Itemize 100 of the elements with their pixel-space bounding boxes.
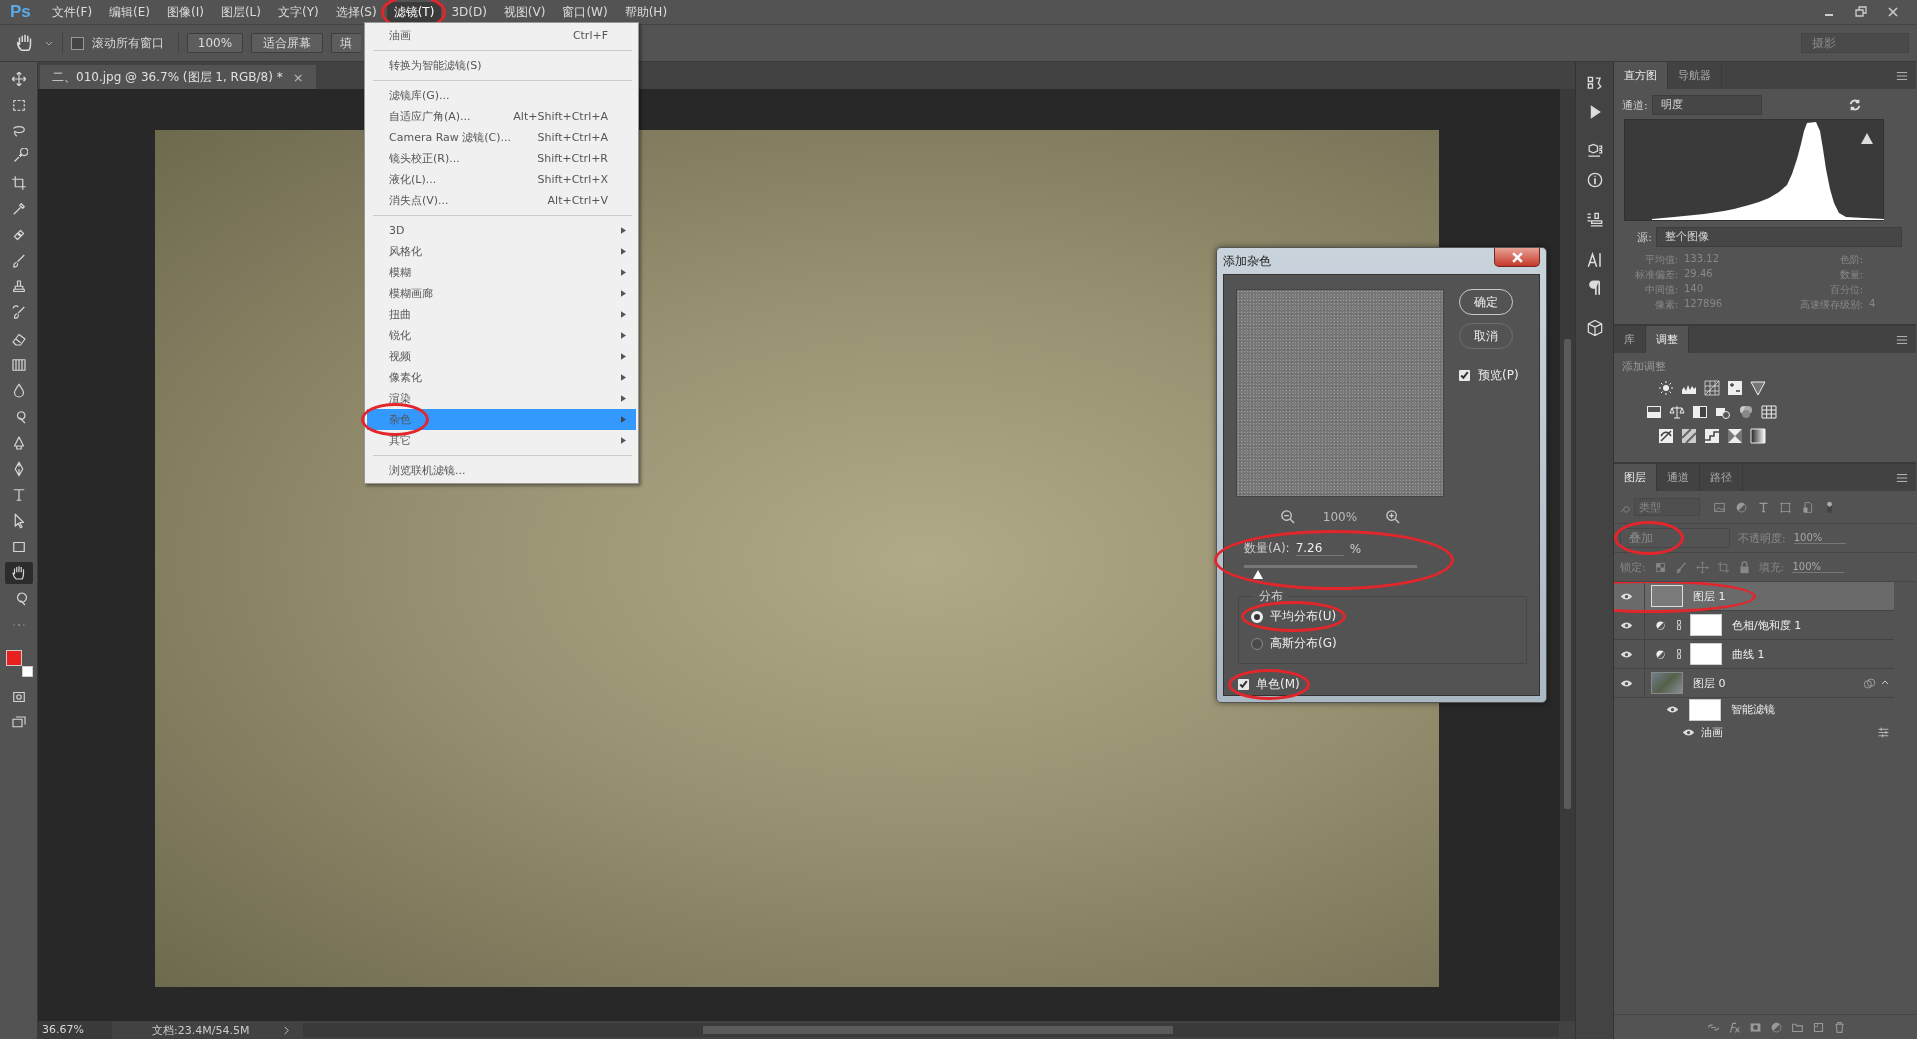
transform-icon[interactable] bbox=[1779, 500, 1792, 514]
panel-tab[interactable]: 图层 bbox=[1614, 464, 1657, 491]
close-button[interactable]: × bbox=[292, 69, 304, 85]
menu-item[interactable]: 渲染 bbox=[367, 388, 636, 409]
checkbox[interactable] bbox=[1238, 679, 1249, 690]
amount-field[interactable]: 7.26 bbox=[1295, 541, 1344, 556]
menu-item[interactable]: 浏览联机滤镜... bbox=[367, 460, 636, 481]
scrollbar[interactable] bbox=[1560, 89, 1575, 1021]
option-button[interactable]: 适合屏幕 bbox=[251, 33, 323, 53]
hand-icon[interactable] bbox=[4, 562, 33, 584]
panel-tab[interactable]: 直方图 bbox=[1614, 62, 1668, 89]
menu-icon[interactable] bbox=[1896, 71, 1908, 81]
menu-item[interactable]: 3D bbox=[367, 220, 636, 241]
scrollbar[interactable] bbox=[303, 1023, 1559, 1037]
menu-item[interactable]: 转换为智能滤镜(S) bbox=[367, 55, 636, 76]
smart-object-icon[interactable] bbox=[1801, 500, 1814, 514]
eye-icon[interactable] bbox=[1619, 620, 1633, 630]
sliders-icon[interactable] bbox=[1877, 726, 1890, 739]
menu-item[interactable]: 文字(Y) bbox=[271, 1, 326, 23]
refresh-icon[interactable] bbox=[1848, 98, 1862, 112]
menu-item[interactable]: 滤镜(T) bbox=[386, 1, 442, 23]
invert-icon[interactable] bbox=[1658, 428, 1674, 444]
triangle-icon[interactable] bbox=[1750, 380, 1766, 396]
menu-item[interactable]: 锐化 bbox=[367, 325, 636, 346]
zoom-out-icon[interactable] bbox=[1279, 509, 1295, 524]
menu-icon[interactable] bbox=[1896, 335, 1908, 345]
option-button[interactable]: 填 bbox=[331, 33, 361, 53]
menu-item[interactable]: 消失点(V)... Alt+Ctrl+V bbox=[367, 190, 636, 211]
color-swatch[interactable] bbox=[5, 650, 22, 666]
menu-item[interactable]: 油画 Ctrl+F bbox=[367, 25, 636, 46]
checkbox[interactable] bbox=[71, 36, 84, 50]
new-layer-icon[interactable] bbox=[1812, 1020, 1825, 1034]
half-circle-icon[interactable] bbox=[1735, 500, 1748, 514]
eye-icon[interactable] bbox=[1619, 649, 1633, 659]
link-icon[interactable] bbox=[1676, 648, 1682, 660]
trash-icon[interactable] bbox=[1833, 1020, 1846, 1034]
menu-item[interactable]: 图层(L) bbox=[213, 1, 268, 23]
menu-item[interactable]: 窗口(W) bbox=[555, 1, 615, 23]
menu-item[interactable]: 视频 bbox=[367, 346, 636, 367]
mask-icon[interactable] bbox=[1749, 1020, 1762, 1034]
slider-thumb[interactable] bbox=[1252, 570, 1263, 579]
menu-item[interactable]: 帮助(H) bbox=[617, 1, 675, 23]
balance-icon[interactable] bbox=[1669, 404, 1685, 420]
menu-item[interactable]: 像素化 bbox=[367, 367, 636, 388]
zoom-level[interactable]: 36.67% bbox=[38, 1021, 112, 1039]
color-swatch[interactable] bbox=[21, 666, 33, 677]
menu-item[interactable]: 视图(V) bbox=[496, 1, 553, 23]
menu-item[interactable]: 自适应广角(A)... Alt+Shift+Ctrl+A bbox=[367, 106, 636, 127]
color-circles-icon[interactable] bbox=[1738, 404, 1754, 420]
eye-icon[interactable] bbox=[1666, 705, 1679, 714]
gradient-bars-icon[interactable] bbox=[1646, 404, 1662, 420]
chevron-icon[interactable] bbox=[282, 1025, 291, 1035]
panel-tab[interactable]: 导航器 bbox=[1668, 62, 1722, 89]
menu-item[interactable]: 其它 bbox=[367, 430, 636, 451]
menu-item[interactable]: 镜头校正(R)... Shift+Ctrl+R bbox=[367, 148, 636, 169]
menu-item[interactable]: 滤镜库(G)... bbox=[367, 85, 636, 106]
dialog-button[interactable]: 取消 bbox=[1459, 323, 1513, 349]
panel-tab[interactable]: 路径 bbox=[1700, 464, 1743, 491]
layer-row[interactable]: 图层 0 bbox=[1614, 669, 1894, 698]
source-dropdown[interactable]: 整个图像 bbox=[1656, 227, 1902, 247]
effects-icon[interactable] bbox=[1728, 1020, 1741, 1034]
dialog-button[interactable]: 确定 bbox=[1459, 289, 1513, 315]
menu-item[interactable]: 模糊画廊 bbox=[367, 283, 636, 304]
layer-row[interactable]: 图层 1 bbox=[1614, 582, 1894, 611]
menu-item[interactable]: 图像(I) bbox=[160, 1, 211, 23]
menu-item[interactable]: 扭曲 bbox=[367, 304, 636, 325]
grid-icon[interactable] bbox=[1761, 404, 1777, 420]
menu-icon[interactable] bbox=[1896, 473, 1908, 483]
channel-dropdown[interactable]: 明度 bbox=[1651, 95, 1762, 115]
half-square-icon[interactable] bbox=[1692, 404, 1708, 420]
threshold-icon[interactable] bbox=[1704, 428, 1720, 444]
eye-icon[interactable] bbox=[1619, 678, 1633, 688]
menu-item[interactable]: Camera Raw 滤镜(C)... Shift+Ctrl+A bbox=[367, 127, 636, 148]
menu-item[interactable]: 风格化 bbox=[367, 241, 636, 262]
menu-item[interactable]: 编辑(E) bbox=[102, 1, 157, 23]
exposure-icon[interactable] bbox=[1727, 380, 1743, 396]
document-tab[interactable]: 二、010.jpg @ 36.7% (图层 1, RGB/8) * × bbox=[40, 65, 316, 89]
zoom-in-icon[interactable] bbox=[1385, 509, 1401, 524]
checker-icon[interactable] bbox=[1653, 560, 1667, 574]
option-button[interactable]: 100% bbox=[187, 33, 243, 53]
layer-row[interactable]: 智能滤镜 bbox=[1614, 698, 1894, 721]
posterize-icon[interactable] bbox=[1681, 428, 1697, 444]
curves-icon[interactable] bbox=[1704, 380, 1720, 396]
half-circle-icon[interactable] bbox=[1770, 1020, 1783, 1034]
restore-icon[interactable] bbox=[1853, 4, 1869, 20]
gradient-map-icon[interactable] bbox=[1750, 428, 1766, 444]
menu-item[interactable]: 选择(S) bbox=[328, 1, 384, 23]
eye-icon[interactable] bbox=[1682, 728, 1695, 737]
eye-icon[interactable] bbox=[1619, 591, 1633, 601]
close-button[interactable] bbox=[1494, 248, 1540, 267]
menu-item[interactable]: 液化(L)... Shift+Ctrl+X bbox=[367, 169, 636, 190]
radio-button[interactable] bbox=[1251, 637, 1263, 650]
layer-row[interactable]: 色相/饱和度 1 bbox=[1614, 611, 1894, 640]
selective-color-icon[interactable] bbox=[1727, 428, 1743, 444]
layer-row[interactable]: 油画 bbox=[1614, 721, 1894, 744]
menu-item[interactable]: 3D(D) bbox=[444, 3, 494, 21]
layer-row[interactable]: 曲线 1 bbox=[1614, 640, 1894, 669]
panel-tab[interactable]: 通道 bbox=[1657, 464, 1700, 491]
brightness-icon[interactable] bbox=[1658, 380, 1674, 396]
link-icon[interactable] bbox=[1676, 619, 1682, 631]
